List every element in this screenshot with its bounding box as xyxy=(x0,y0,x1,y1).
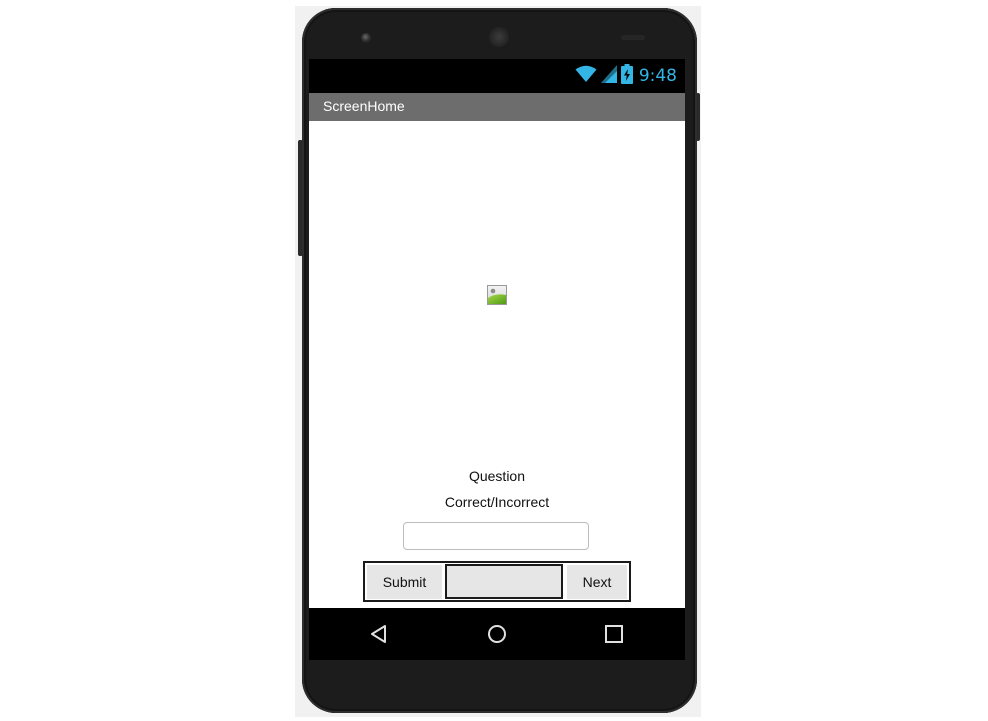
proximity-sensor-icon xyxy=(621,35,645,40)
navigation-bar xyxy=(309,608,685,660)
wifi-icon xyxy=(575,65,597,88)
battery-charging-icon xyxy=(620,63,633,89)
broken-image-icon xyxy=(487,285,507,305)
submit-button[interactable]: Submit xyxy=(367,565,442,599)
home-icon[interactable] xyxy=(487,624,507,644)
screen-title: ScreenHome xyxy=(323,98,405,114)
cell-signal-icon xyxy=(600,64,617,88)
screen-content: Question Correct/Incorrect Submit Next xyxy=(309,121,685,608)
recents-icon[interactable] xyxy=(604,624,624,644)
status-bar: 9:48 xyxy=(309,59,685,93)
question-label: Question xyxy=(468,468,526,484)
middle-button[interactable] xyxy=(445,564,563,599)
result-label: Correct/Incorrect xyxy=(444,494,550,510)
phone-screen: 9:48 ScreenHome Question Correct/Incorre… xyxy=(309,59,685,660)
front-camera-icon xyxy=(361,33,371,43)
status-icons: 9:48 xyxy=(575,63,677,89)
title-bar: ScreenHome xyxy=(309,93,685,121)
earpiece-speaker-icon xyxy=(489,27,509,47)
back-icon[interactable] xyxy=(369,624,389,644)
button-row: Submit Next xyxy=(363,561,631,602)
answer-input[interactable] xyxy=(403,522,589,550)
clock: 9:48 xyxy=(638,66,677,86)
next-button[interactable]: Next xyxy=(567,565,627,599)
